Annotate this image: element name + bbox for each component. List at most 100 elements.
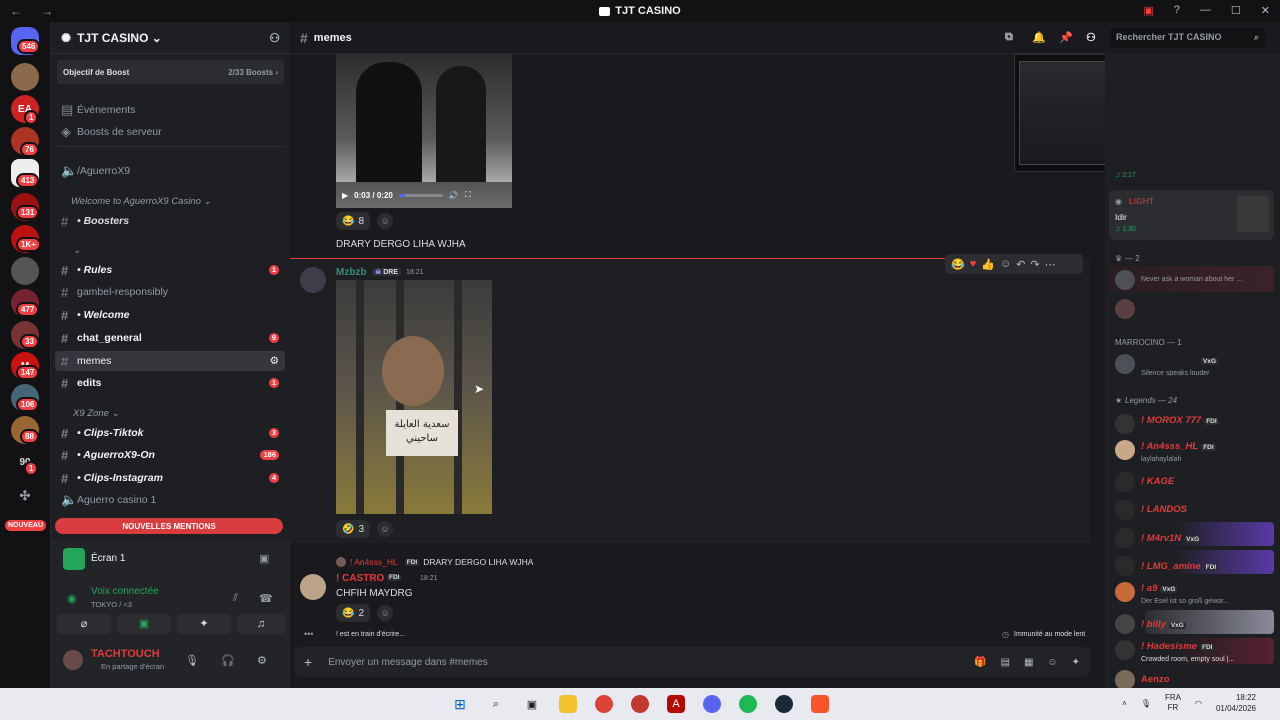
member-row[interactable]: ! LANDOS bbox=[1115, 500, 1187, 520]
avatar[interactable] bbox=[300, 574, 326, 600]
add-reaction-button[interactable]: ☺ bbox=[377, 213, 393, 229]
reply-preview[interactable]: ! An4sss_HL FDI DRARY DERGO LIHA WJHA bbox=[336, 557, 533, 567]
channel-rules[interactable]: # • Rules 1 bbox=[55, 260, 285, 280]
add-reaction-icon[interactable]: ☺ bbox=[1000, 258, 1011, 270]
member-row[interactable]: ! a9 VxG Der Esel ist so groß gewor... bbox=[1115, 582, 1229, 606]
seek-bar[interactable] bbox=[398, 193, 443, 197]
channel-clips-tiktok[interactable]: # • Clips-Tiktok 3 bbox=[55, 423, 285, 443]
bell-icon[interactable]: 🔔 bbox=[1032, 31, 1046, 44]
soundboard-button[interactable]: ♫ bbox=[237, 614, 285, 634]
brave-icon[interactable] bbox=[811, 695, 829, 713]
chevron-up-icon[interactable]: ˄ bbox=[1122, 699, 1127, 708]
add-reaction-button[interactable]: ☺ bbox=[377, 605, 393, 621]
channel-edits[interactable]: # edits 1 bbox=[55, 373, 285, 393]
member-row[interactable]: ! MOROX 777 FDI bbox=[1115, 414, 1219, 434]
minimize-icon[interactable]: — bbox=[1200, 4, 1211, 17]
channel-welcome[interactable]: # • Welcome bbox=[55, 305, 285, 325]
forward-icon[interactable]: ↷ bbox=[1030, 258, 1039, 271]
discord-icon[interactable] bbox=[703, 695, 721, 713]
emoji-icon[interactable]: ☺ bbox=[1047, 657, 1057, 668]
more-icon[interactable]: ⋯ bbox=[1045, 258, 1056, 271]
plus-icon[interactable]: + bbox=[304, 654, 312, 670]
member-row[interactable]: ! Hadesisme FDI Crowded room, empty soul |… bbox=[1115, 640, 1234, 664]
channel-boosters[interactable]: # • Boosters bbox=[55, 211, 285, 231]
noise-suppression-icon[interactable]: ⫽ bbox=[233, 592, 238, 605]
add-reaction-button[interactable]: ☺ bbox=[377, 521, 393, 537]
pin-icon[interactable]: 📌 bbox=[1059, 31, 1073, 44]
member-row[interactable]: VxG Silence speaks louder bbox=[1115, 354, 1219, 378]
video-controls[interactable]: ▶ 0:03 / 0:20 🔊 ⛶ bbox=[336, 182, 512, 208]
avatar[interactable] bbox=[63, 650, 83, 670]
reply-icon[interactable]: ↶ bbox=[1016, 258, 1025, 271]
member-row[interactable]: ! An4sss_HL FDI laylahaylalah bbox=[1115, 440, 1216, 464]
reaction-rofl[interactable]: 🤣 3 bbox=[336, 520, 371, 538]
boosts-item[interactable]: ◈ Boosts de serveur bbox=[55, 122, 285, 142]
member-row[interactable]: Never ask a woman about her ... bbox=[1115, 270, 1242, 290]
member-row[interactable]: ! M4rv1N VxG bbox=[1115, 528, 1202, 548]
message-author[interactable]: ! CASTRO bbox=[336, 573, 384, 584]
clock[interactable]: 18:22 01/04/2026 bbox=[1216, 692, 1256, 714]
category-x9-zone[interactable]: X9 Zone ⌄ bbox=[73, 408, 120, 419]
channel-memes[interactable]: # memes ⚙ bbox=[55, 351, 285, 371]
server-icon[interactable] bbox=[11, 257, 39, 285]
settings-icon[interactable]: ⚙ bbox=[270, 355, 279, 367]
channel-clips-instagram[interactable]: # • Clips-Instagram 4 bbox=[55, 468, 285, 488]
reaction-laugh[interactable]: 😂 2 bbox=[336, 604, 371, 622]
gif-icon[interactable]: ▤ bbox=[1000, 657, 1009, 668]
server-icon[interactable] bbox=[11, 63, 39, 91]
member-row[interactable] bbox=[1115, 299, 1135, 319]
headset-icon[interactable]: 🎧 bbox=[221, 654, 235, 667]
fullscreen-icon[interactable]: ⛶ bbox=[465, 190, 471, 200]
close-icon[interactable]: ✕ bbox=[1261, 4, 1270, 17]
spotify-activity-card[interactable]: ◉ LIGHT Idir ♫ 1:30 bbox=[1109, 190, 1274, 240]
disconnect-icon[interactable]: ☎ bbox=[259, 592, 273, 605]
gear-icon[interactable]: ⚙ bbox=[257, 654, 267, 667]
wifi-icon[interactable]: ◠ bbox=[1195, 699, 1202, 708]
events-item[interactable]: ▤ Événements bbox=[55, 100, 285, 120]
laugh-emoji-icon[interactable]: 😂 bbox=[951, 258, 965, 271]
member-row[interactable]: Aenzo bbox=[1115, 670, 1170, 690]
mic-icon[interactable]: 🎙 bbox=[185, 654, 199, 667]
chrome-icon[interactable] bbox=[595, 695, 613, 713]
language-indicator[interactable]: FRA FR bbox=[1165, 693, 1181, 713]
member-row[interactable]: ! LMG_amine FDI bbox=[1115, 556, 1219, 576]
popout-icon[interactable]: ▣ bbox=[259, 552, 269, 565]
share-screen-button[interactable]: ▣ bbox=[117, 614, 171, 634]
message-actions[interactable]: 😂 ♥ 👍 ☺ ↶ ↷ ⋯ bbox=[945, 254, 1083, 274]
gift-icon[interactable]: 🎁 bbox=[974, 657, 986, 668]
server-header[interactable]: ✺ TJT CASINO ⌄ ⚇ bbox=[51, 22, 290, 54]
spotify-icon[interactable] bbox=[739, 695, 757, 713]
apps-icon[interactable]: ✦ bbox=[1072, 657, 1080, 668]
search-input[interactable]: Rechercher TJT CASINO ⌕ bbox=[1110, 28, 1265, 48]
message-input[interactable]: + Envoyer un message dans #memes 🎁 ▤ ▦ ☺ ✦ bbox=[294, 647, 1090, 677]
explore-icon[interactable]: ✣ bbox=[11, 482, 39, 510]
maximize-icon[interactable]: ☐ bbox=[1231, 4, 1241, 17]
voice-channel[interactable]: 🔈/AguerroX9 bbox=[55, 161, 285, 181]
search-icon[interactable]: ⌕ bbox=[487, 695, 505, 713]
task-view-icon[interactable]: ▣ bbox=[523, 695, 541, 713]
heart-icon[interactable]: ♥ bbox=[970, 258, 977, 270]
member-row[interactable]: ! KAGE bbox=[1115, 472, 1174, 492]
file-explorer-icon[interactable] bbox=[559, 695, 577, 713]
acrobat-icon[interactable]: A bbox=[667, 695, 685, 713]
activities-button[interactable]: ✦ bbox=[177, 614, 231, 634]
video-attachment[interactable]: ▶ 0:03 / 0:20 🔊 ⛶ bbox=[336, 54, 512, 208]
boost-goal[interactable]: Objectif de Boost 2/33 Boosts › bbox=[57, 60, 284, 84]
thumbs-up-icon[interactable]: 👍 bbox=[981, 258, 995, 271]
nav-arrows[interactable]: ← → bbox=[10, 4, 61, 18]
message-author[interactable]: Mzbzb bbox=[336, 267, 367, 278]
help-icon[interactable]: ? bbox=[1174, 4, 1180, 17]
volume-icon[interactable]: 🔊 bbox=[449, 191, 459, 200]
members-icon[interactable]: ⚇ bbox=[1086, 31, 1096, 44]
camera-off-button[interactable]: ⌀ bbox=[57, 614, 111, 634]
inbox-icon[interactable]: ▣ bbox=[1143, 4, 1153, 17]
voice-channel-casino[interactable]: 🔈 Aguerro casino 1 bbox=[55, 490, 285, 510]
new-mentions-button[interactable]: NOUVELLES MENTIONS bbox=[55, 518, 283, 534]
category-2[interactable]: ⌄ bbox=[73, 245, 81, 256]
steam-icon[interactable] bbox=[775, 695, 793, 713]
channel-gamble[interactable]: # gambel-responsibly bbox=[55, 282, 285, 302]
category-welcome[interactable]: Welcome to AguerroX9 Casino ⌄ bbox=[71, 196, 212, 207]
threads-icon[interactable]: ⧉ bbox=[1005, 31, 1013, 44]
reaction-laugh[interactable]: 😂 8 bbox=[336, 212, 371, 230]
sticker-icon[interactable]: ▦ bbox=[1024, 657, 1033, 668]
